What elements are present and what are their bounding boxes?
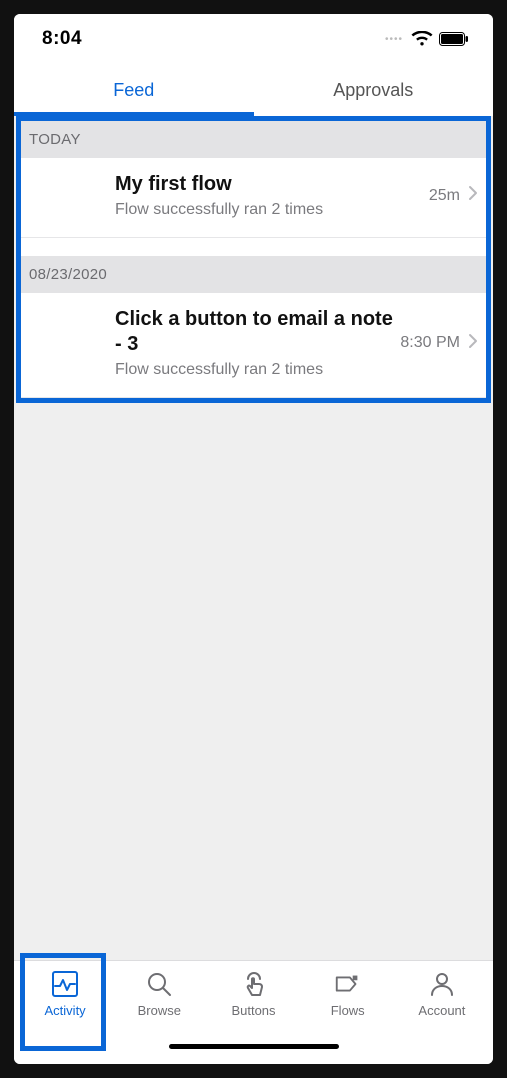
account-icon	[427, 969, 457, 999]
nav-activity-label: Activity	[45, 1003, 86, 1018]
feed-item[interactable]: My first flow Flow successfully ran 2 ti…	[21, 158, 486, 238]
status-time: 8:04	[42, 28, 82, 50]
tap-icon	[239, 969, 269, 999]
signal-dots-icon: ••••	[385, 34, 403, 45]
status-bar: 8:04 ••••	[14, 14, 493, 64]
empty-area	[14, 403, 493, 960]
section-header-today: TODAY	[21, 121, 486, 158]
nav-browse[interactable]: Browse	[112, 969, 206, 1038]
tab-feed-label: Feed	[113, 80, 154, 101]
tab-feed[interactable]: Feed	[14, 64, 254, 116]
feed-item-meta: 25m	[429, 187, 460, 205]
chevron-right-icon	[468, 333, 478, 354]
nav-browse-label: Browse	[138, 1003, 181, 1018]
bottom-nav: Activity Browse Buttons Flows	[14, 960, 493, 1044]
section-header-date: 08/23/2020	[21, 256, 486, 293]
activity-icon	[50, 969, 80, 999]
nav-flows-label: Flows	[331, 1003, 365, 1018]
feed-item-title: My first flow	[115, 172, 423, 197]
flows-icon	[333, 969, 363, 999]
activity-tabs: Feed Approvals	[14, 64, 493, 116]
battery-icon	[439, 32, 469, 46]
nav-account-label: Account	[418, 1003, 465, 1018]
wifi-icon	[411, 31, 433, 47]
nav-flows[interactable]: Flows	[301, 969, 395, 1038]
nav-buttons-label: Buttons	[231, 1003, 275, 1018]
feed-item-meta: 8:30 PM	[400, 334, 460, 352]
nav-buttons[interactable]: Buttons	[206, 969, 300, 1038]
status-icons: ••••	[385, 31, 469, 47]
search-icon	[144, 969, 174, 999]
feed-item-subtitle: Flow successfully ran 2 times	[115, 361, 394, 379]
home-indicator-area	[14, 1044, 493, 1064]
feed-highlight-box: TODAY My first flow Flow successfully ra…	[16, 116, 491, 403]
home-indicator[interactable]	[169, 1044, 339, 1049]
chevron-right-icon	[468, 185, 478, 206]
feed-item-thumb	[29, 307, 115, 379]
nav-account[interactable]: Account	[395, 969, 489, 1038]
feed-item-thumb	[29, 172, 115, 219]
feed-item[interactable]: Click a button to email a note - 3 Flow …	[21, 293, 486, 398]
feed-item-subtitle: Flow successfully ran 2 times	[115, 201, 423, 219]
tab-approvals-label: Approvals	[333, 80, 413, 101]
tab-approvals[interactable]: Approvals	[254, 64, 494, 116]
feed-item-title: Click a button to email a note - 3	[115, 307, 394, 357]
nav-activity[interactable]: Activity	[18, 969, 112, 1038]
